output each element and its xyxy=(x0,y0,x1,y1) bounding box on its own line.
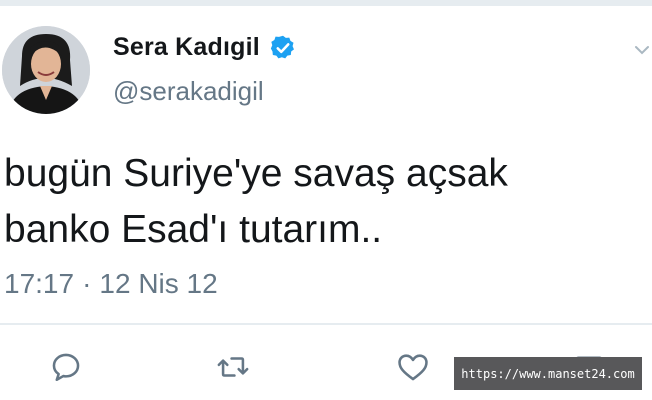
verified-badge-icon xyxy=(269,34,297,62)
actions-divider xyxy=(0,323,652,325)
watermark-url: https://www.manset24.com xyxy=(454,357,642,390)
heart-icon[interactable] xyxy=(396,350,430,384)
meta-separator: · xyxy=(82,268,92,299)
tweet-date[interactable]: 12 Nis 12 xyxy=(99,268,217,300)
avatar[interactable] xyxy=(2,26,90,114)
chevron-down-icon[interactable] xyxy=(632,40,652,60)
retweet-icon[interactable] xyxy=(216,350,250,384)
handle[interactable]: @serakadigil xyxy=(113,76,264,107)
tweet-meta: 17:17 · 12 Nis 12 xyxy=(4,268,218,300)
top-divider xyxy=(0,0,652,6)
tweet-time[interactable]: 17:17 xyxy=(4,268,74,300)
tweet-text: bugün Suriye'ye savaş açsak banko Esad'ı… xyxy=(4,152,508,251)
display-name[interactable]: Sera Kadıgil xyxy=(113,33,260,62)
name-row: Sera Kadıgil xyxy=(113,33,297,62)
reply-icon[interactable] xyxy=(49,350,83,384)
avatar-photo xyxy=(2,26,90,114)
